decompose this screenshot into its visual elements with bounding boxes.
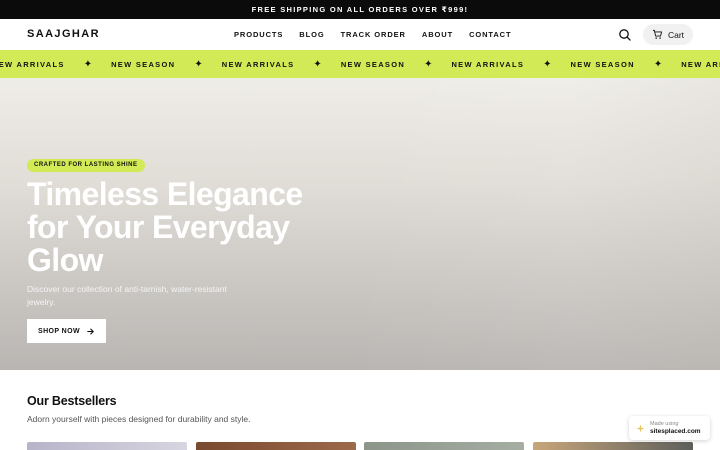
star-separator-icon: ✦ bbox=[543, 58, 552, 70]
hero-section: CRAFTED FOR LASTING SHINE Timeless Elega… bbox=[0, 78, 720, 370]
bestsellers-subtitle: Adorn yourself with pieces designed for … bbox=[27, 414, 251, 424]
made-using-site: sitesplaced.com bbox=[650, 428, 701, 435]
cart-icon bbox=[652, 29, 663, 39]
hero-badge: CRAFTED FOR LASTING SHINE bbox=[27, 159, 145, 172]
made-using-badge[interactable]: Made using sitesplaced.com bbox=[629, 416, 710, 440]
ticker-item: NEW SEASON bbox=[111, 59, 176, 69]
hero-subtitle: Discover our collection of anti-tarnish,… bbox=[27, 284, 227, 307]
bestsellers-title: Our Bestsellers bbox=[27, 394, 117, 408]
ticker-item: NEW ARRIVALS bbox=[0, 59, 65, 69]
shop-now-button[interactable]: SHOP NOW bbox=[27, 319, 106, 343]
star-separator-icon: ✦ bbox=[653, 58, 663, 70]
search-icon bbox=[619, 29, 631, 41]
nav-link-about[interactable]: ABOUT bbox=[422, 30, 453, 39]
ticker-item: NEW ARRIVALS bbox=[681, 59, 720, 69]
cart-label: Cart bbox=[667, 29, 685, 40]
arrow-right-icon bbox=[87, 327, 94, 335]
ticker-item: NEW ARRIVALS bbox=[451, 59, 525, 69]
nav-link-products[interactable]: PRODUCTS bbox=[234, 30, 283, 39]
made-using-label: Made using bbox=[650, 421, 679, 427]
product-card-image[interactable] bbox=[27, 442, 187, 450]
cart-button[interactable]: Cart bbox=[643, 24, 693, 45]
hero-title: Timeless Elegance for Your Everyday Glow bbox=[27, 176, 303, 278]
product-card-image[interactable] bbox=[533, 442, 693, 450]
product-card-image[interactable] bbox=[196, 442, 356, 450]
star-separator-icon: ✦ bbox=[194, 58, 203, 70]
product-card-image[interactable] bbox=[364, 442, 524, 450]
ticker-item: NEW SEASON bbox=[570, 59, 635, 69]
ticker-track: NEW ARRIVALS ✦ NEW SEASON ✦ NEW ARRIVALS ✦ NEW… bbox=[0, 50, 720, 78]
shop-now-label: SHOP NOW bbox=[38, 327, 80, 335]
ticker-item: NEW SEASON bbox=[340, 59, 406, 69]
announcement-bar: FREE SHIPPING ON ALL ORDERS OVER ₹999! bbox=[0, 0, 720, 19]
star-separator-icon: ✦ bbox=[83, 58, 93, 70]
site-header: SAAJGHAR PRODUCTS BLOG TRACK ORDER ABOUT… bbox=[0, 19, 720, 50]
hero-image bbox=[340, 78, 720, 370]
main-nav: PRODUCTS BLOG TRACK ORDER ABOUT CONTACT bbox=[234, 30, 511, 39]
star-separator-icon: ✦ bbox=[313, 58, 322, 70]
search-button[interactable] bbox=[617, 27, 633, 43]
nav-link-blog[interactable]: BLOG bbox=[299, 30, 324, 39]
ticker-banner: NEW ARRIVALS ✦ NEW SEASON ✦ NEW ARRIVALS ✦ NEW… bbox=[0, 50, 720, 78]
site-logo[interactable]: SAAJGHAR bbox=[27, 28, 100, 40]
sparkle-icon bbox=[636, 423, 645, 433]
nav-link-track-order[interactable]: TRACK ORDER bbox=[341, 30, 406, 39]
ticker-item: NEW ARRIVALS bbox=[221, 59, 295, 69]
nav-link-contact[interactable]: CONTACT bbox=[469, 30, 511, 39]
announcement-text: FREE SHIPPING ON ALL ORDERS OVER ₹999! bbox=[251, 5, 469, 14]
star-separator-icon: ✦ bbox=[424, 58, 433, 70]
